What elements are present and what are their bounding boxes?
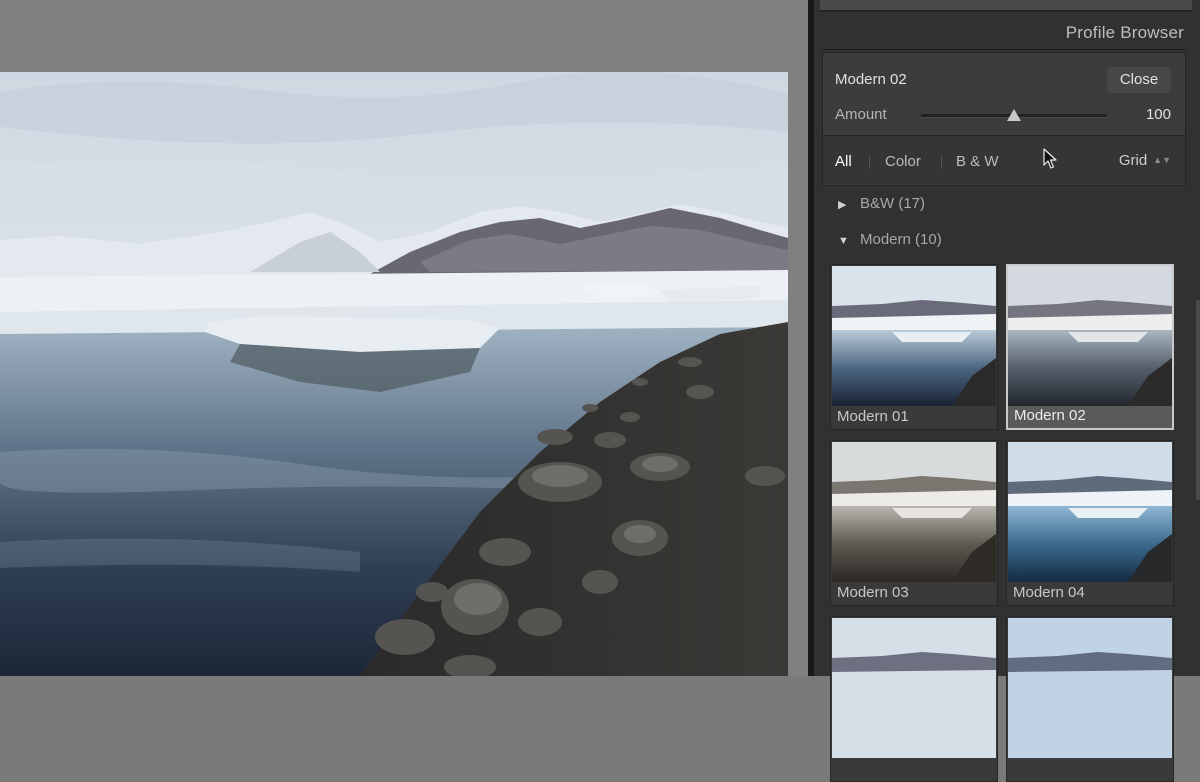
thumbnail-image — [1008, 618, 1172, 758]
profile-thumb-modern-06[interactable] — [1006, 616, 1174, 782]
profile-thumb-modern-03[interactable]: Modern 03 — [830, 440, 998, 606]
group-bw-label: B&W (17) — [860, 195, 926, 212]
profile-thumb-modern-04[interactable]: Modern 04 — [1006, 440, 1174, 606]
filter-all[interactable]: All — [835, 153, 852, 170]
panel-title-divider — [822, 49, 1186, 50]
amount-slider-thumb[interactable] — [1007, 109, 1021, 121]
thumbnail-image — [1008, 266, 1172, 406]
filter-divider — [869, 156, 870, 169]
group-bw[interactable]: ▶ B&W (17) — [838, 195, 925, 212]
updown-arrows-icon: ▲▼ — [1153, 155, 1171, 165]
photo-canvas[interactable] — [0, 0, 810, 676]
glacier-lagoon-photo — [0, 72, 788, 676]
profile-thumb-modern-02[interactable]: Modern 02 — [1006, 264, 1174, 430]
close-button[interactable]: Close — [1107, 67, 1171, 93]
panel-title: Profile Browser — [1065, 23, 1184, 42]
amount-slider[interactable] — [921, 109, 1107, 121]
amount-label: Amount — [835, 106, 887, 123]
profile-thumb-label: Modern 02 — [1014, 407, 1086, 424]
amount-value[interactable]: 100 — [1146, 106, 1171, 123]
view-mode-label: Grid — [1118, 152, 1148, 169]
triangle-down-icon: ▼ — [838, 235, 849, 247]
profile-thumb-modern-05[interactable] — [830, 616, 998, 782]
profile-thumb-label: Modern 01 — [837, 408, 909, 425]
group-modern[interactable]: ▼ Modern (10) — [838, 231, 942, 248]
thumbnail-image — [832, 442, 996, 582]
profile-thumb-label: Modern 03 — [837, 584, 909, 601]
main-photo[interactable] — [0, 72, 788, 676]
thumbnail-image — [832, 266, 996, 406]
thumbnail-image — [1008, 442, 1172, 582]
selected-profile-name: Modern 02 — [835, 71, 907, 88]
mouse-pointer-icon — [1043, 148, 1057, 169]
filter-divider — [941, 156, 942, 169]
profile-browser-panel: Profile Browser Modern 02 Close Amount 1… — [814, 0, 1200, 782]
view-mode-select[interactable]: Grid ▲▼ — [1119, 152, 1171, 169]
group-modern-label: Modern (10) — [860, 231, 942, 248]
triangle-right-icon: ▶ — [838, 199, 847, 211]
profile-thumb-modern-01[interactable]: Modern 01 — [830, 264, 998, 430]
profile-thumb-label: Modern 04 — [1013, 584, 1085, 601]
panel-top-strip — [820, 0, 1192, 12]
filter-bar: All Color B & W Grid ▲▼ — [823, 136, 1185, 184]
panel-scrollbar[interactable] — [1196, 300, 1200, 500]
filter-color[interactable]: Color — [885, 153, 921, 170]
filter-bw[interactable]: B & W — [956, 153, 999, 170]
thumbnail-image — [832, 618, 996, 758]
profile-header: Modern 02 Close Amount 100 All Color B &… — [822, 52, 1186, 186]
